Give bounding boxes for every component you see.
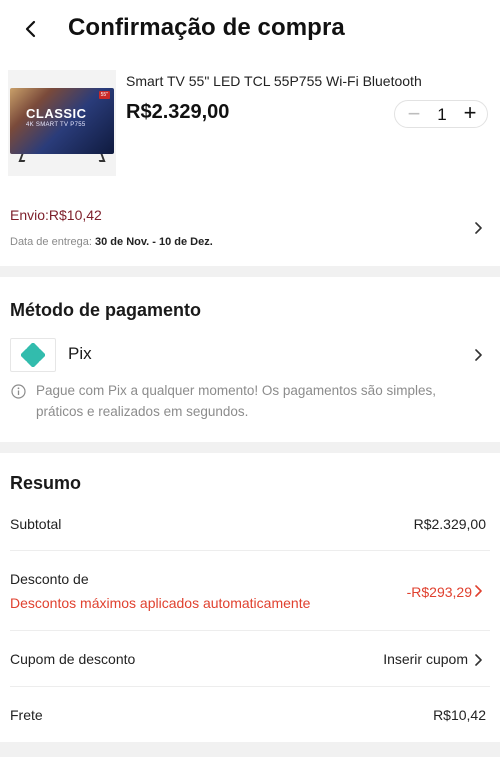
- decrease-quantity-button[interactable]: −: [403, 103, 425, 125]
- shipping-row[interactable]: Envio:R$10,42 Data de entrega: 30 de Nov…: [0, 196, 500, 264]
- chevron-right-icon: [472, 654, 484, 666]
- back-button[interactable]: [18, 16, 44, 42]
- tv-subtitle-lettering: 4K SMART TV P755: [26, 122, 86, 128]
- page-title: Confirmação de compra: [68, 14, 345, 41]
- quantity-stepper: − 1 +: [394, 100, 488, 128]
- product-card: 55" CLASSIC 4K SMART TV P755 Smart TV 55…: [0, 64, 500, 184]
- section-divider: [0, 442, 500, 453]
- discount-value: -R$293,29: [406, 584, 472, 600]
- summary-section: Resumo Subtotal R$2.329,00 Desconto de D…: [0, 454, 500, 742]
- summary-title: Resumo: [10, 473, 82, 493]
- product-name[interactable]: Smart TV 55" LED TCL 55P755 Wi-Fi Blueto…: [126, 73, 422, 89]
- discount-note: Descontos máximos aplicados automaticame…: [10, 595, 311, 611]
- payment-method-label: Pix: [68, 344, 92, 363]
- row-divider: [10, 550, 490, 551]
- bottom-divider: [0, 742, 500, 757]
- subtotal-value: R$2.329,00: [413, 516, 486, 532]
- payment-section: Método de pagamento Pix Pague com Pix a …: [0, 280, 500, 440]
- tv-stand-left: [18, 154, 28, 162]
- delivery-date-label: Data de entrega:: [10, 236, 92, 248]
- freight-row: Frete R$10,42: [10, 707, 490, 727]
- product-image[interactable]: 55" CLASSIC 4K SMART TV P755: [8, 70, 116, 176]
- pix-icon: [10, 338, 56, 372]
- payment-method-row[interactable]: Pix: [10, 338, 490, 372]
- section-divider: [0, 266, 500, 277]
- row-divider: [10, 630, 490, 631]
- back-arrow-icon: [25, 20, 36, 38]
- subtotal-label: Subtotal: [10, 516, 62, 532]
- product-price: R$2.329,00: [126, 101, 230, 123]
- shipping-fee: Envio:R$10,42: [10, 207, 102, 223]
- payment-info-text: Pague com Pix a qualquer momento! Os pag…: [36, 383, 436, 419]
- tv-stand-right: [96, 154, 106, 162]
- coupon-label: Cupom de desconto: [10, 651, 136, 667]
- coupon-row[interactable]: Cupom de desconto Inserir cupom: [10, 651, 490, 671]
- payment-title: Método de pagamento: [10, 300, 202, 320]
- chevron-right-icon[interactable]: [472, 222, 484, 234]
- subtotal-row: Subtotal R$2.329,00: [10, 516, 490, 536]
- delivery-date: Data de entrega: 30 de Nov. - 10 de Dez.: [10, 236, 213, 248]
- freight-value: R$10,42: [433, 707, 486, 723]
- insert-coupon-link[interactable]: Inserir cupom: [383, 651, 468, 667]
- discount-row[interactable]: Desconto de Descontos máximos aplicados …: [10, 571, 490, 617]
- quantity-value: 1: [437, 105, 447, 124]
- top-bar: Confirmação de compra: [0, 0, 500, 58]
- delivery-date-value: 30 de Nov. - 10 de Dez.: [95, 236, 213, 248]
- chevron-right-icon: [472, 349, 484, 361]
- freight-label: Frete: [10, 707, 43, 723]
- tv-screen-graphic: 55" CLASSIC 4K SMART TV P755: [10, 88, 114, 154]
- tv-size-badge: 55": [98, 91, 110, 99]
- discount-label: Desconto de: [10, 571, 89, 587]
- tv-classic-lettering: CLASSIC: [26, 106, 87, 121]
- increase-quantity-button[interactable]: +: [459, 102, 481, 124]
- row-divider: [10, 686, 490, 687]
- chevron-right-icon: [472, 585, 484, 597]
- info-icon: [11, 384, 26, 399]
